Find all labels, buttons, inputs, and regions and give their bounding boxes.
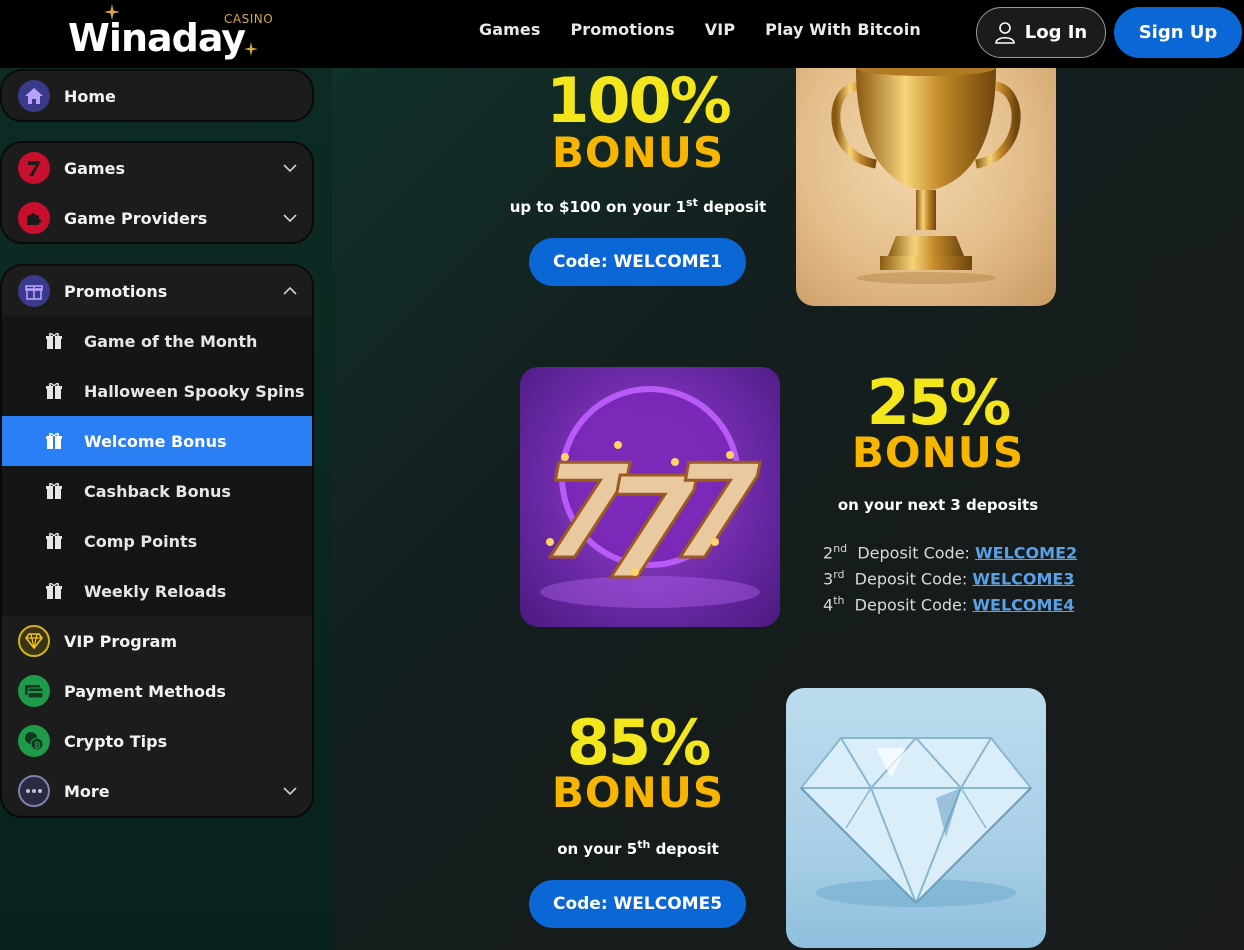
- promo-subtitle: up to $100 on your 1st deposit: [509, 196, 767, 216]
- deposit-code-line: 2nd Deposit Code: WELCOME2: [823, 542, 1078, 563]
- promo-subtitle: on your 5th deposit: [557, 838, 719, 858]
- sidebar-item-game-providers[interactable]: Game Providers: [2, 193, 312, 242]
- gift-icon: [18, 275, 50, 307]
- sidebar-item-home[interactable]: Home: [2, 71, 312, 120]
- slot-777-image: 7 7 7: [520, 367, 780, 627]
- sidebar-subitem-halloween-spooky-spins[interactable]: Halloween Spooky Spins: [2, 366, 312, 416]
- deposit-code-link[interactable]: WELCOME3: [972, 569, 1074, 588]
- sidebar-item-label: Games: [64, 158, 125, 178]
- promo-bonus-word: BONUS: [851, 428, 1025, 477]
- deposit-code-link[interactable]: WELCOME2: [975, 543, 1077, 562]
- sidebar-promotions-card: Promotions Game of the Month Halloween S…: [0, 264, 314, 818]
- login-button[interactable]: Log In: [976, 7, 1106, 58]
- promo-bonus-word: BONUS: [551, 768, 725, 817]
- payment-card-icon: [18, 675, 50, 707]
- more-dots-icon: [18, 775, 50, 807]
- sidebar-subitem-weekly-reloads[interactable]: Weekly Reloads: [2, 566, 312, 616]
- sidebar-item-label: VIP Program: [64, 631, 178, 651]
- main-nav: Games Promotions VIP Play With Bitcoin: [479, 20, 921, 39]
- sidebar-home-card: Home: [0, 69, 314, 122]
- gift-icon: [46, 482, 62, 499]
- sidebar-item-label: Promotions: [64, 281, 168, 301]
- sidebar-item-label: More: [64, 781, 110, 801]
- promotions-submenu: Game of the Month Halloween Spooky Spins…: [2, 316, 312, 616]
- sidebar-subitem-cashback-bonus[interactable]: Cashback Bonus: [2, 466, 312, 516]
- sidebar-item-more[interactable]: More: [2, 766, 312, 816]
- sparkle-icon: [104, 4, 120, 20]
- sidebar-subitem-label: Weekly Reloads: [84, 581, 227, 601]
- gift-icon: [46, 382, 62, 399]
- svg-text:7: 7: [670, 436, 761, 588]
- promo-code-button[interactable]: Code: WELCOME5: [529, 880, 746, 928]
- deposit-code-link[interactable]: WELCOME4: [972, 595, 1074, 614]
- gold-trophy-image: [796, 46, 1056, 306]
- svg-text:₿: ₿: [34, 741, 41, 750]
- chevron-up-icon[interactable]: [282, 283, 298, 299]
- signup-label: Sign Up: [1138, 22, 1218, 43]
- deposit-code-line: 3rd Deposit Code: WELCOME3: [823, 568, 1075, 589]
- signup-button[interactable]: Sign Up: [1114, 7, 1242, 58]
- chevron-down-icon[interactable]: [282, 783, 298, 799]
- home-icon: [18, 80, 50, 112]
- user-icon: [994, 21, 1015, 44]
- sidebar-item-crypto-tips[interactable]: ₿ Crypto Tips: [2, 716, 312, 766]
- sidebar-subitem-label: Cashback Bonus: [84, 481, 231, 501]
- sparkle-icon: [244, 42, 258, 56]
- diamond-image: [786, 688, 1046, 948]
- sidebar-games-card: Games Game Providers: [0, 141, 314, 244]
- sidebar-subitem-welcome-bonus[interactable]: Welcome Bonus: [2, 416, 312, 466]
- sidebar-item-payment-methods[interactable]: Payment Methods: [2, 666, 312, 716]
- diamond-icon: [18, 625, 50, 657]
- top-bar: CASINO Winaday Games Promotions VIP Play…: [0, 0, 1244, 68]
- promo-code-button[interactable]: Code: WELCOME1: [529, 238, 746, 286]
- sidebar-item-label: Game Providers: [64, 208, 208, 228]
- sidebar-subitem-game-of-the-month[interactable]: Game of the Month: [2, 316, 312, 366]
- sidebar-item-vip-program[interactable]: VIP Program: [2, 616, 312, 666]
- sidebar-item-promotions[interactable]: Promotions: [2, 266, 312, 316]
- nav-games[interactable]: Games: [479, 20, 540, 39]
- sidebar-subitem-label: Game of the Month: [84, 331, 258, 351]
- puzzle-icon: [18, 202, 50, 234]
- seven-icon: [18, 152, 50, 184]
- sidebar-subitem-comp-points[interactable]: Comp Points: [2, 516, 312, 566]
- gift-icon: [46, 582, 62, 599]
- nav-vip[interactable]: VIP: [705, 20, 735, 39]
- chevron-down-icon[interactable]: [282, 160, 298, 176]
- gift-icon: [46, 332, 62, 349]
- nav-play-with-bitcoin[interactable]: Play With Bitcoin: [765, 20, 921, 39]
- nav-promotions[interactable]: Promotions: [570, 20, 674, 39]
- sidebar-subitem-label: Welcome Bonus: [84, 431, 227, 451]
- logo-wordmark: Winaday: [68, 16, 246, 60]
- chevron-down-icon[interactable]: [282, 210, 298, 226]
- promo-bonus-word: BONUS: [551, 128, 725, 177]
- sidebar-item-label: Home: [64, 86, 116, 106]
- promo-percent: 100%: [546, 64, 732, 137]
- gift-icon: [46, 432, 62, 449]
- sidebar-item-games[interactable]: Games: [2, 143, 312, 193]
- gift-icon: [46, 532, 62, 549]
- crypto-coins-icon: ₿: [18, 725, 50, 757]
- deposit-code-line: 4th Deposit Code: WELCOME4: [823, 594, 1075, 615]
- sidebar-item-label: Crypto Tips: [64, 731, 168, 751]
- promo-subtitle: on your next 3 deposits: [837, 496, 1039, 514]
- site-logo[interactable]: CASINO Winaday: [66, 4, 273, 64]
- sidebar-subitem-label: Halloween Spooky Spins: [84, 381, 305, 401]
- sidebar-item-label: Payment Methods: [64, 681, 226, 701]
- sidebar-subitem-label: Comp Points: [84, 531, 198, 551]
- login-label: Log In: [1024, 22, 1088, 43]
